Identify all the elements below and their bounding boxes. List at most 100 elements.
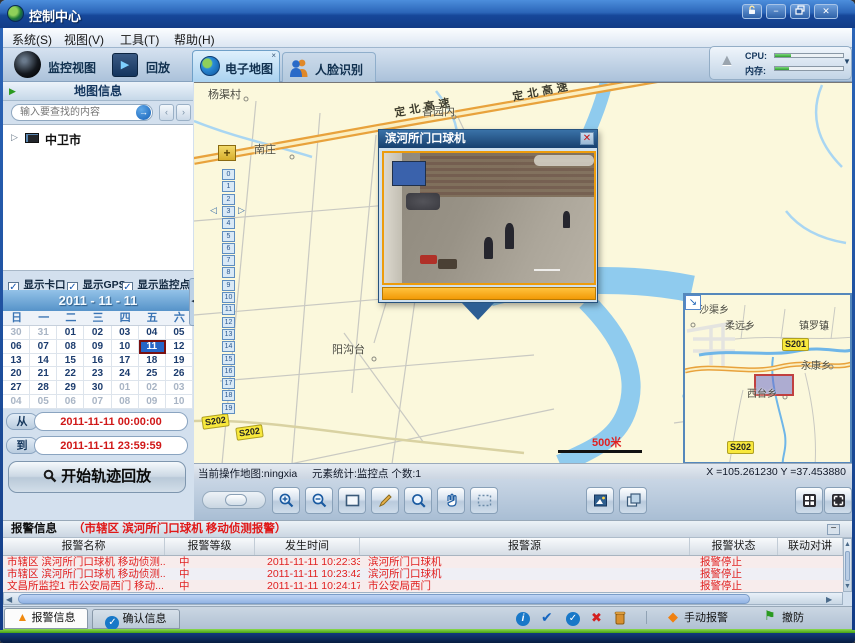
scroll-down-icon[interactable]: ▼ — [844, 582, 851, 592]
calendar-day[interactable]: 03 — [166, 381, 193, 395]
tree-expander-icon[interactable]: ▷ — [11, 132, 18, 143]
to-datetime-input[interactable] — [34, 436, 188, 455]
zoom-level-button[interactable]: 9 — [222, 280, 235, 291]
from-datetime-input[interactable] — [34, 412, 188, 431]
calendar-day[interactable]: 06 — [3, 340, 30, 354]
zoom-level-button[interactable]: 12 — [222, 317, 235, 328]
trash-icon[interactable] — [613, 610, 627, 630]
pan-hand-button[interactable] — [437, 487, 465, 514]
manual-alarm-button[interactable]: 手动报警 — [684, 606, 728, 630]
calendar-day[interactable]: 04 — [3, 395, 30, 409]
zoom-level-button[interactable]: 3 — [222, 206, 235, 217]
map-canvas[interactable]: 杨渠村香园内南庄阳沟台定北高速定北高速S202S202 + 0123456789… — [194, 82, 852, 463]
calendar-day[interactable]: 03 — [112, 326, 139, 340]
scroll-right-icon[interactable]: ▶ — [826, 595, 832, 604]
zoom-level-button[interactable]: 11 — [222, 304, 235, 315]
calendar-day[interactable]: 24 — [112, 367, 139, 381]
calendar-day[interactable]: 27 — [3, 381, 30, 395]
zoom-level-button[interactable]: 17 — [222, 378, 235, 389]
calendar-day[interactable]: 01 — [112, 381, 139, 395]
table-vertical-scrollbar[interactable]: ▲ ▼ — [843, 538, 852, 592]
calendar-day[interactable]: 28 — [30, 381, 57, 395]
calendar-day[interactable]: 16 — [84, 354, 111, 368]
close-button[interactable]: ✕ — [814, 4, 838, 19]
calendar-day[interactable]: 02 — [84, 326, 111, 340]
zoom-level-button[interactable]: 8 — [222, 267, 235, 278]
calendar-day[interactable]: 26 — [166, 367, 193, 381]
box-select-button[interactable] — [470, 487, 498, 514]
zoom-level-button[interactable]: 4 — [222, 218, 235, 229]
disarm-button[interactable]: 撤防 — [782, 606, 804, 630]
panel-minimize-button[interactable]: − — [827, 524, 840, 535]
calendar-day[interactable]: 23 — [84, 367, 111, 381]
tree-item-city[interactable]: ▷ 中卫市 — [3, 130, 193, 148]
calendar-day[interactable]: 08 — [57, 340, 84, 354]
tab-electronic-map[interactable]: 电子地图 × — [192, 50, 280, 82]
tab-alarm-info[interactable]: ▲ 报警信息 — [4, 608, 88, 629]
zoom-level-button[interactable]: 6 — [222, 243, 235, 254]
map-zoom-slider[interactable] — [202, 491, 266, 509]
chevron-down-icon[interactable]: ▼ — [843, 57, 851, 66]
calendar-day[interactable]: 09 — [84, 340, 111, 354]
zoom-level-button[interactable]: 15 — [222, 354, 235, 365]
minimap-collapse-icon[interactable]: ↘ — [685, 295, 701, 310]
fullscreen-button[interactable] — [824, 487, 852, 514]
manual-alarm-icon[interactable]: ◆ — [668, 609, 678, 625]
menu-view[interactable]: 视图(V) — [64, 31, 104, 48]
start-track-playback-button[interactable]: 开始轨迹回放 — [8, 461, 186, 493]
popup-close-button[interactable]: ✕ — [580, 132, 594, 145]
table-row[interactable]: 市辖区 滨河所门口球机 移动侦测...中2011-11-11 10:22:33滨… — [3, 556, 843, 568]
tab-close-icon[interactable]: × — [271, 51, 276, 60]
calendar-day[interactable]: 04 — [139, 326, 166, 340]
zoom-level-button[interactable]: 16 — [222, 366, 235, 377]
snapshot-button[interactable] — [586, 487, 614, 514]
slider-thumb[interactable] — [225, 494, 247, 506]
scroll-left-icon[interactable]: ◀ — [6, 595, 12, 604]
calendar-day[interactable]: 20 — [3, 367, 30, 381]
confirm-all-icon[interactable]: ✓ — [566, 612, 580, 626]
menu-help[interactable]: 帮助(H) — [174, 31, 215, 48]
info-icon[interactable]: i — [516, 612, 530, 626]
calendar-day[interactable]: 05 — [166, 326, 193, 340]
tab-confirm-info[interactable]: ✓ 确认信息 — [92, 609, 180, 629]
zoom-area-button[interactable] — [404, 487, 432, 514]
delete-x-icon[interactable]: ✖ — [591, 610, 602, 626]
disarm-flag-icon[interactable]: ⚑ — [764, 608, 776, 624]
calendar-day[interactable]: 21 — [30, 367, 57, 381]
calendar-day[interactable]: 25 — [139, 367, 166, 381]
overview-minimap[interactable]: 沙渠乡柔远乡镇罗镇永康乡西台乡S201S202 ↘ — [683, 293, 852, 463]
zoom-level-button[interactable]: 0 — [222, 169, 235, 180]
measure-pencil-button[interactable] — [371, 487, 399, 514]
search-next-button[interactable]: › — [176, 104, 191, 121]
table-row[interactable]: 文昌所监控1 市公安局西门 移动...中2011-11-11 10:24:17市… — [3, 580, 843, 592]
camera-video-popup[interactable]: 滨河所门口球机 ✕ — [378, 129, 598, 303]
calendar-day[interactable]: 17 — [112, 354, 139, 368]
calendar-day[interactable]: 18 — [139, 354, 166, 368]
col-alarm-name[interactable]: 报警名称 — [3, 538, 165, 555]
playback-button[interactable]: 回放 — [146, 59, 170, 76]
calendar-day[interactable]: 11 — [139, 340, 166, 354]
table-row[interactable]: 市辖区 滨河所门口球机 移动侦测...中2011-11-11 10:23:42滨… — [3, 568, 843, 580]
hscroll-thumb[interactable] — [18, 594, 750, 604]
calendar-day[interactable]: 01 — [57, 326, 84, 340]
menu-tools[interactable]: 工具(T) — [120, 31, 159, 48]
zoom-level-button[interactable]: 14 — [222, 341, 235, 352]
col-alarm-source[interactable]: 报警源 — [360, 538, 690, 555]
search-prev-button[interactable]: ‹ — [159, 104, 174, 121]
zoom-level-button[interactable]: 1 — [222, 181, 235, 192]
calendar-day[interactable]: 22 — [57, 367, 84, 381]
search-go-icon[interactable]: → — [136, 105, 151, 120]
tab-face-recognition[interactable]: 人脸识别 — [282, 52, 376, 82]
calendar-day[interactable]: 12 — [166, 340, 193, 354]
zoom-level-button[interactable]: 18 — [222, 390, 235, 401]
calendar-day[interactable]: 13 — [3, 354, 30, 368]
calendar-day[interactable]: 31 — [30, 326, 57, 340]
calendar-day[interactable]: 08 — [112, 395, 139, 409]
scroll-up-icon[interactable]: ▲ — [844, 539, 851, 550]
grid-view-button[interactable] — [795, 487, 823, 514]
minimize-button[interactable]: − — [766, 4, 786, 19]
zoom-level-button[interactable]: 5 — [222, 231, 235, 242]
col-alarm-level[interactable]: 报警等级 — [165, 538, 255, 555]
popup-control-bar[interactable] — [382, 287, 596, 300]
confirm-check-icon[interactable]: ✔ — [541, 609, 553, 626]
